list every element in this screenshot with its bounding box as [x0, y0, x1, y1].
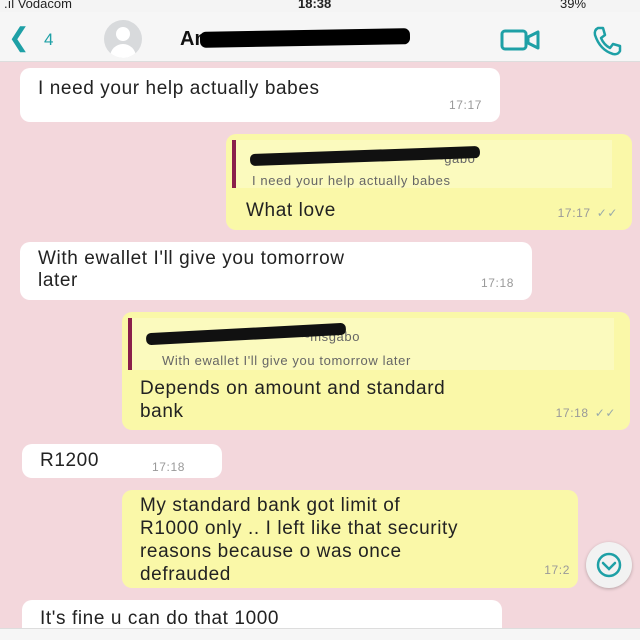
carrier-label: .ıl Vodacom — [4, 0, 72, 11]
message-text-line: reasons because o was once — [140, 541, 402, 562]
message-time: 17:2 — [544, 563, 570, 577]
status-bar: .ıl Vodacom 18:38 39% — [0, 0, 640, 12]
message-text: R1200 — [40, 450, 99, 471]
battery-level: 39% — [560, 0, 587, 11]
message-text-line: My standard bank got limit of — [140, 495, 401, 516]
message-text: It's fine u can do that 1000 — [40, 608, 280, 629]
read-ticks-icon: ✓✓ — [596, 206, 618, 220]
message-bubble-incoming[interactable]: With ewallet I'll give you tomorrow late… — [20, 242, 532, 300]
phone-call-icon[interactable] — [590, 24, 624, 58]
message-time: 17:18 ✓✓ — [555, 406, 616, 420]
scroll-down-icon[interactable] — [586, 542, 632, 588]
message-time: 17:17 — [448, 98, 482, 112]
quoted-message[interactable]: ~gabo I need your help actually babes — [232, 140, 612, 188]
message-text-line: Depends on amount and standard — [140, 378, 446, 399]
avatar-placeholder-icon[interactable] — [104, 20, 142, 58]
read-ticks-icon: ✓✓ — [594, 406, 616, 420]
message-text: What love — [246, 200, 336, 221]
message-text-line: defrauded — [140, 564, 231, 585]
message-time: 17:18 — [480, 276, 514, 290]
unread-count[interactable]: 4 — [44, 30, 53, 50]
message-bubble-outgoing[interactable]: ~gabo I need your help actually babes Wh… — [226, 134, 632, 230]
message-bubble-outgoing[interactable]: My standard bank got limit of R1000 only… — [122, 490, 578, 588]
message-text-line: R1000 only .. I left like that security — [140, 518, 459, 539]
back-chevron-icon[interactable]: ❮ — [8, 22, 30, 53]
quoted-message[interactable]: ~msgabo With ewallet I'll give you tomor… — [128, 318, 614, 370]
message-time: 17:17 ✓✓ — [557, 206, 618, 220]
quote-text: I need your help actually babes — [252, 173, 451, 188]
message-bubble-incoming[interactable]: R1200 17:18 — [22, 444, 222, 478]
message-text: I need your help actually babes — [38, 78, 320, 99]
message-text-line: With ewallet I'll give you tomorrow — [38, 248, 345, 269]
redaction-mark — [199, 28, 411, 48]
message-text-line: bank — [140, 401, 184, 422]
message-bubble-outgoing[interactable]: ~msgabo With ewallet I'll give you tomor… — [122, 312, 630, 430]
message-bubble-incoming[interactable]: I need your help actually babes 17:17 — [20, 68, 500, 122]
video-call-icon[interactable] — [500, 28, 540, 52]
clock: 18:38 — [298, 0, 332, 11]
message-text-line: later — [38, 270, 78, 291]
quote-text: With ewallet I'll give you tomorrow late… — [162, 353, 411, 368]
chat-header: ❮ 4 An — [0, 12, 640, 62]
composer-bar[interactable] — [0, 628, 640, 640]
message-time: 17:18 — [152, 460, 186, 474]
